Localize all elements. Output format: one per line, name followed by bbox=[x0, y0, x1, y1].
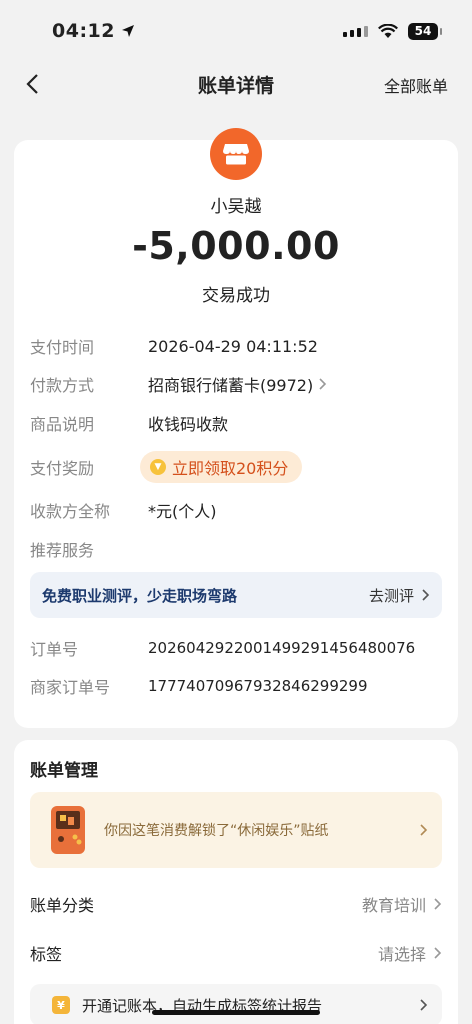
time-text: 04:12 bbox=[52, 20, 115, 42]
tag-value: 请选择 bbox=[377, 945, 426, 964]
goods-label: 商品说明 bbox=[30, 415, 95, 434]
location-arrow-icon bbox=[121, 25, 134, 37]
pay-time-label: 支付时间 bbox=[30, 338, 95, 357]
merchant-order-label: 商家订单号 bbox=[30, 678, 111, 697]
ledger-banner[interactable]: ¥ 开通记账本，自动生成标签统计报告 bbox=[30, 984, 442, 1024]
battery-icon: 54 bbox=[408, 22, 442, 40]
game-console-sticker-icon bbox=[51, 806, 85, 854]
order-row: 订单号 20260429220014992914564800​76 bbox=[30, 634, 442, 662]
recommend-row: 推荐服务 bbox=[30, 535, 442, 563]
category-label: 账单分类 bbox=[30, 896, 95, 915]
goods-value: 收钱码收款 bbox=[148, 415, 229, 434]
pay-method-label: 付款方式 bbox=[30, 376, 95, 395]
page-title: 账单详情 bbox=[197, 74, 274, 97]
pay-time-value: 2026-04-29 04:11:52 bbox=[148, 336, 318, 356]
career-assessment-banner[interactable]: 免费职业测评，少走职场弯路 去测评 bbox=[30, 572, 442, 618]
status-indicators: 54 bbox=[343, 22, 442, 40]
back-button[interactable] bbox=[18, 70, 46, 98]
sticker-text: 你因这笔消费解锁了“休闲娱乐”贴纸 bbox=[104, 823, 329, 839]
coin-icon: ▼ bbox=[150, 459, 166, 475]
payee-value: *元(个人) bbox=[148, 502, 217, 521]
reward-value: 立即领取20积分 bbox=[172, 459, 289, 478]
transaction-card: 小吴越 -5,000.00 交易成功 支付时间 2026-04-29 04:11… bbox=[14, 128, 458, 728]
wifi-icon bbox=[378, 23, 398, 38]
chevron-right-icon bbox=[422, 589, 430, 601]
status-time: 04:12 bbox=[52, 20, 135, 42]
bill-management-card: 账单管理 你因这笔消费解锁了“休闲娱乐”贴纸 账单分类 教育培训 标签 请选择 … bbox=[14, 740, 458, 1024]
chevron-right-icon bbox=[319, 378, 327, 390]
reward-row: 支付奖励 ▼ 立即领取20积分 bbox=[30, 451, 442, 483]
payee-label: 收款方全称 bbox=[30, 502, 111, 521]
bill-category-row[interactable]: 账单分类 教育培训 bbox=[30, 890, 442, 918]
payee-row: 收款方全称 *元(个人) bbox=[30, 496, 442, 524]
all-bills-link[interactable]: 全部账单 bbox=[384, 73, 448, 97]
manage-title: 账单管理 bbox=[30, 761, 98, 781]
status-bar: 04:12 54 bbox=[0, 0, 472, 62]
claim-points-button[interactable]: ▼ 立即领取20积分 bbox=[140, 451, 303, 483]
recommend-label: 推荐服务 bbox=[30, 541, 95, 560]
chevron-right-icon bbox=[420, 824, 428, 836]
assessment-link-label: 去测评 bbox=[368, 586, 414, 605]
assessment-link[interactable]: 去测评 bbox=[369, 585, 430, 606]
goods-row: 商品说明 收钱码收款 bbox=[30, 409, 442, 437]
chevron-right-icon bbox=[434, 947, 442, 959]
nav-bar: 账单详情 全部账单 bbox=[0, 62, 472, 106]
home-indicator bbox=[152, 1010, 320, 1015]
order-label: 订单号 bbox=[30, 640, 79, 659]
pay-time-row: 支付时间 2026-04-29 04:11:52 bbox=[30, 332, 442, 360]
chevron-right-icon bbox=[434, 898, 442, 910]
order-value: 20260429220014992914564800​76 bbox=[148, 639, 416, 657]
chevron-right-icon bbox=[420, 999, 428, 1011]
promo-text: 免费职业测评，少走职场弯路 bbox=[42, 586, 238, 605]
category-value: 教育培训 bbox=[361, 896, 426, 915]
cellular-signal-icon bbox=[343, 25, 368, 37]
yen-ledger-icon: ¥ bbox=[52, 996, 70, 1014]
transaction-status: 交易成功 bbox=[202, 286, 270, 306]
battery-level: 54 bbox=[414, 24, 432, 38]
pay-method-value: 招商银行储蓄卡(9972) bbox=[148, 376, 314, 395]
sticker-banner[interactable]: 你因这笔消费解锁了“休闲娱乐”贴纸 bbox=[30, 792, 442, 868]
pay-method-row[interactable]: 付款方式 招商银行储蓄卡(9972) bbox=[30, 370, 442, 398]
merchant-name: 小吴越 bbox=[210, 197, 262, 217]
merchant-order-value: 17774070967932846299299 bbox=[148, 677, 368, 695]
tag-row[interactable]: 标签 请选择 bbox=[30, 939, 442, 967]
transaction-amount: -5,000.00 bbox=[132, 224, 340, 268]
back-chevron-icon bbox=[26, 74, 38, 94]
pay-method-value-wrap: 招商银行储蓄卡(9972) bbox=[148, 372, 327, 396]
category-value-wrap: 教育培训 bbox=[362, 892, 442, 916]
merchant-order-row: 商家订单号 17774070967932846299299 bbox=[30, 672, 442, 700]
merchant-shop-icon bbox=[210, 128, 262, 180]
tag-label: 标签 bbox=[30, 945, 63, 964]
reward-label: 支付奖励 bbox=[30, 459, 95, 478]
tag-value-wrap: 请选择 bbox=[378, 941, 442, 965]
